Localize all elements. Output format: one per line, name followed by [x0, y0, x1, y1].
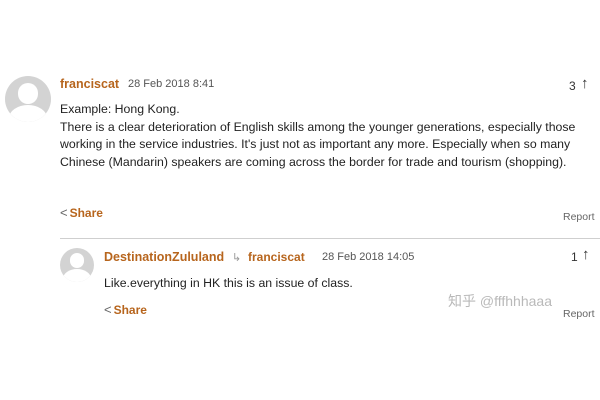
comment-paragraph: Example: Hong Kong.: [60, 102, 180, 116]
share-icon: <: [60, 205, 68, 220]
divider: [60, 238, 600, 239]
comment-timestamp[interactable]: 28 Feb 2018 14:05: [322, 251, 414, 263]
comment-body: Example: Hong Kong. There is a clear det…: [60, 101, 590, 171]
report-button[interactable]: Report: [563, 308, 595, 320]
comment-author[interactable]: franciscat: [60, 77, 119, 91]
reply-arrow-icon: ↳: [232, 252, 242, 264]
share-button[interactable]: < Share: [60, 205, 103, 220]
recommend-count: 1: [571, 250, 578, 264]
recommend-count: 3: [569, 79, 576, 93]
up-arrow-icon[interactable]: ↑: [581, 75, 589, 92]
share-label: Share: [69, 206, 103, 220]
comment-paragraph: There is a clear deterioration of Englis…: [60, 119, 576, 169]
comment-timestamp[interactable]: 28 Feb 2018 8:41: [128, 78, 214, 90]
reply-to-author[interactable]: franciscat: [248, 250, 305, 264]
up-arrow-icon[interactable]: ↑: [582, 246, 590, 263]
share-icon: <: [104, 302, 112, 317]
report-button[interactable]: Report: [563, 211, 595, 223]
share-label: Share: [113, 303, 147, 317]
avatar[interactable]: [60, 248, 94, 282]
comment-body: Like.everything in HK this is an issue o…: [104, 276, 353, 290]
comment-author[interactable]: DestinationZululand: [104, 250, 224, 264]
watermark: 知乎 @fffhhhaaa: [448, 293, 552, 309]
share-button[interactable]: < Share: [104, 302, 147, 317]
avatar[interactable]: [5, 76, 51, 122]
